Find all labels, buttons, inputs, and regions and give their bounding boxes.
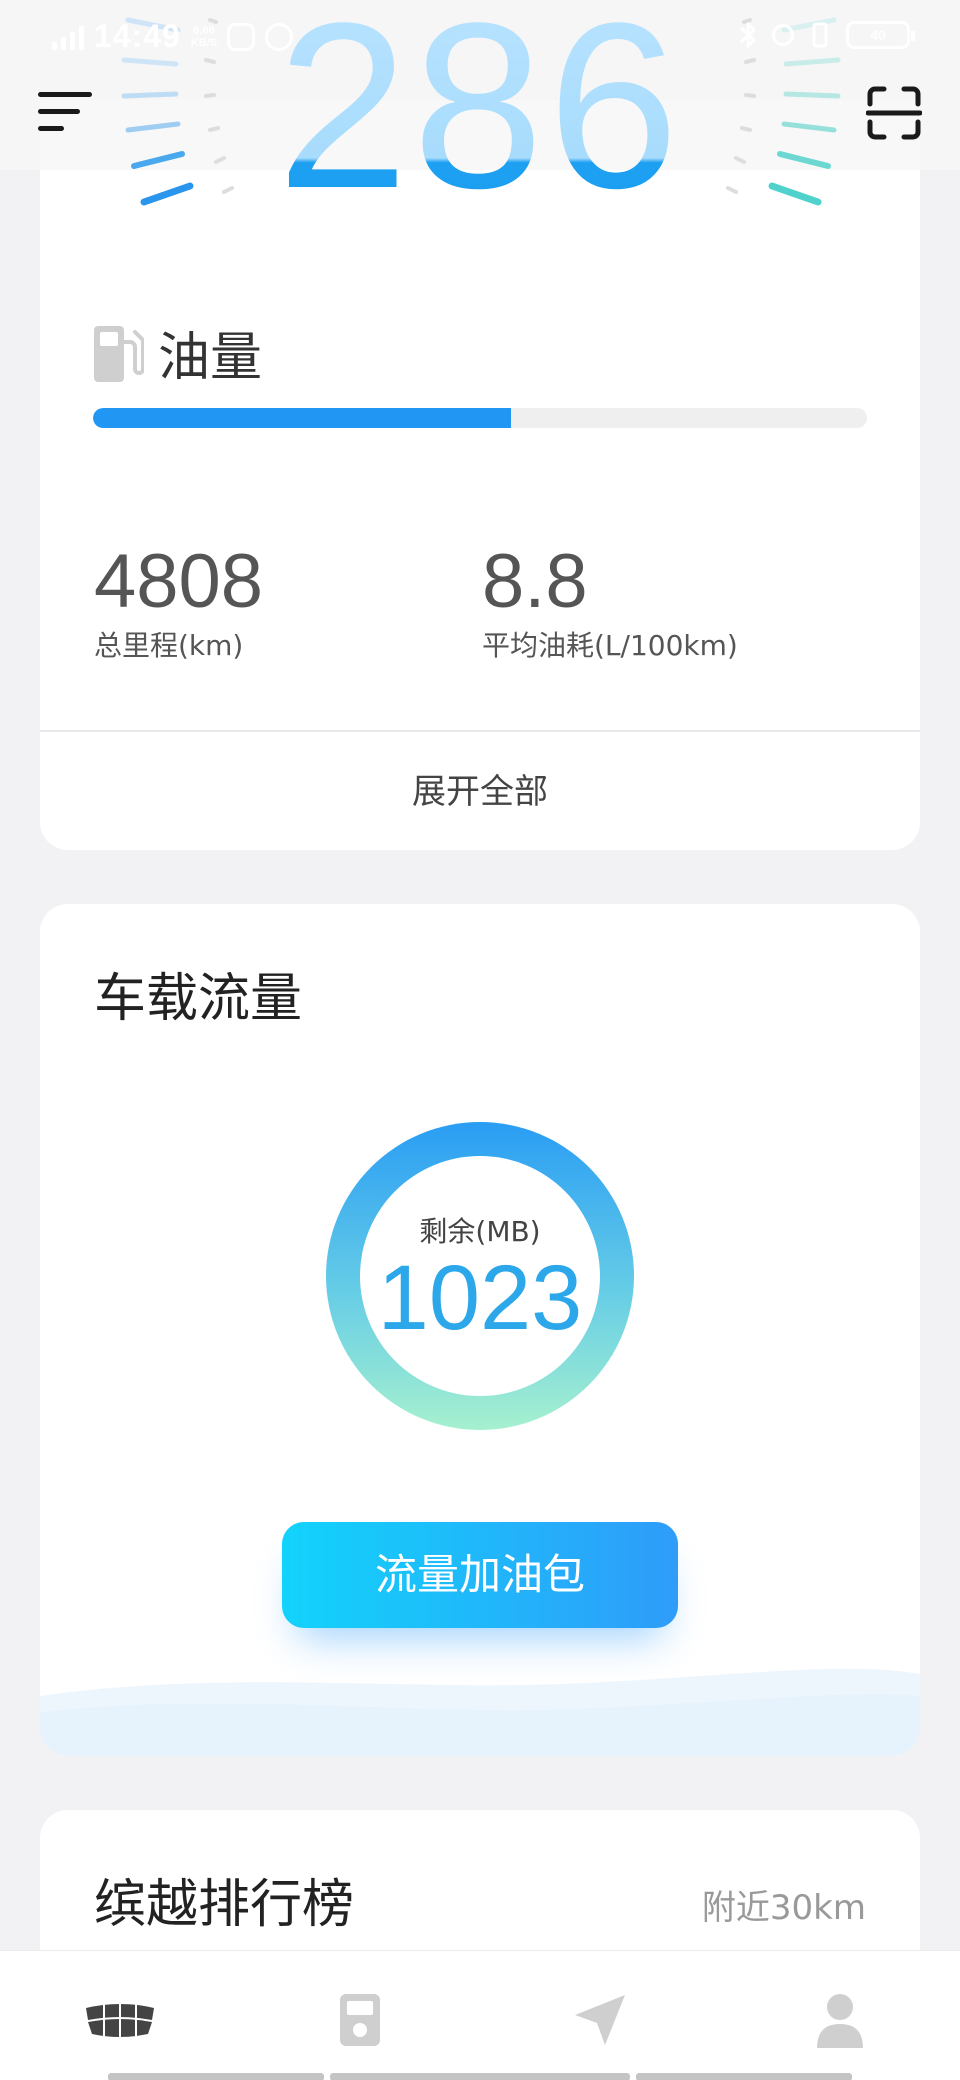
ranking-title: 缤越排行榜	[94, 1875, 355, 1935]
status-bar: 14:49 0.00 KB/S 40	[0, 0, 960, 76]
car-key-icon	[340, 1994, 380, 2046]
network-speed: 0.00 KB/S	[190, 24, 218, 49]
bottom-nav	[0, 1950, 960, 2080]
data-plan-card: 车载流量 剩余(MB) 1023 流量加油包	[40, 904, 920, 1756]
avg-consumption-value: 8.8	[482, 539, 588, 624]
signal-icon	[52, 24, 84, 50]
fuel-level-fill	[93, 408, 511, 428]
bluetooth-icon	[739, 22, 756, 48]
nav-indicator	[330, 2073, 630, 2080]
fuel-level-bar	[93, 408, 867, 428]
car-logo-icon	[86, 2002, 154, 2038]
fuel-title-row: 油量	[92, 315, 262, 390]
scan-icon[interactable]	[866, 86, 922, 140]
total-mileage-label: 总里程(km)	[94, 629, 244, 662]
expand-all-button[interactable]: 展开全部	[40, 734, 920, 850]
fuel-title: 油量	[158, 328, 263, 388]
fuel-pump-icon	[94, 325, 144, 382]
nav-navigation[interactable]	[540, 1987, 660, 2053]
nav-car-control[interactable]	[300, 1987, 420, 2053]
nav-profile[interactable]	[780, 1987, 900, 2053]
person-icon	[817, 1994, 863, 2048]
alarm-icon	[772, 24, 794, 46]
divider	[40, 730, 920, 732]
nav-home[interactable]	[60, 1987, 180, 2053]
avg-consumption-label: 平均油耗(L/100km)	[482, 629, 738, 662]
data-plan-title: 车载流量	[94, 969, 303, 1029]
notification-app-icon	[227, 22, 256, 51]
vibrate-icon	[812, 22, 828, 48]
wave-decoration	[40, 1668, 920, 1756]
data-remaining-ring: 剩余(MB) 1023	[326, 1122, 634, 1430]
data-remaining-value: 1023	[377, 1247, 583, 1349]
ranking-distance-filter[interactable]: 附近30km	[702, 1880, 866, 1929]
nav-indicator	[636, 2073, 852, 2080]
battery-icon: 40	[846, 21, 915, 49]
avg-consumption-stat: 8.8 平均油耗(L/100km)	[482, 540, 738, 664]
total-mileage-value: 4808	[94, 539, 264, 624]
navigation-arrow-icon	[575, 1995, 625, 2045]
data-remaining-label: 剩余(MB)	[419, 1215, 541, 1248]
menu-icon[interactable]	[38, 90, 96, 134]
data-topup-button[interactable]: 流量加油包	[282, 1522, 678, 1628]
nav-indicator	[108, 2073, 324, 2080]
notification-chat-icon	[265, 22, 294, 51]
total-mileage-stat: 4808 总里程(km)	[94, 540, 263, 664]
status-time: 14:49	[94, 18, 181, 54]
